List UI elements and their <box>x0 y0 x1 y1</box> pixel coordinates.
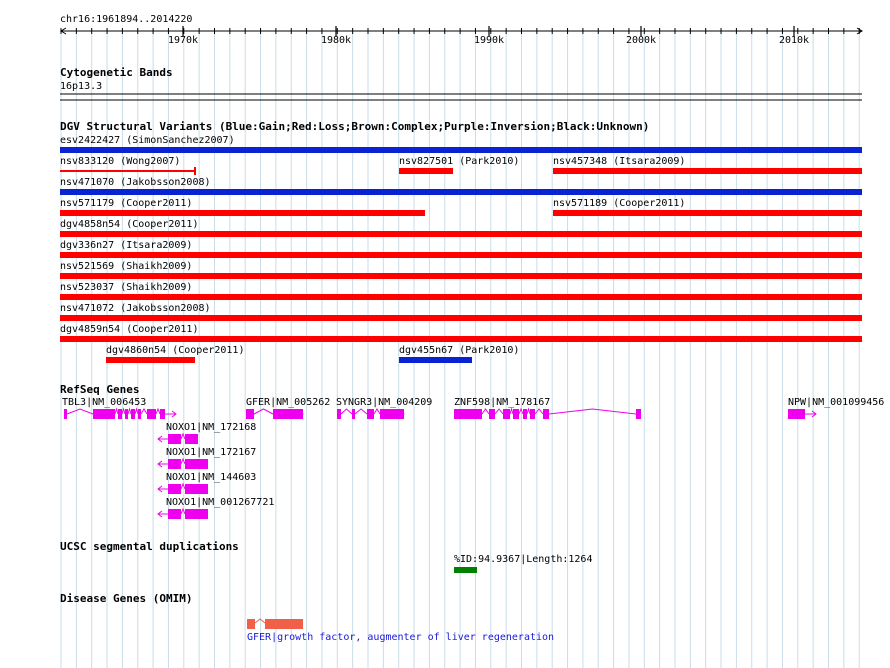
dgv-feature-bar[interactable] <box>553 210 862 216</box>
dgv-feature-bar[interactable] <box>60 189 862 195</box>
dgv-feature-bar[interactable] <box>60 252 862 258</box>
segdup-feature[interactable] <box>454 567 477 573</box>
dgv-feature-label: esv2422427 (SimonSanchez2007) <box>60 135 235 146</box>
dgv-feature-bar[interactable] <box>60 210 425 216</box>
dgv-feature-bar[interactable] <box>399 168 453 174</box>
refseq-gene-model[interactable] <box>0 429 890 449</box>
dgv-feature-bar[interactable] <box>60 147 862 153</box>
dgv-feature-bar[interactable] <box>60 273 862 279</box>
dgv-feature-label: dgv4859n54 (Cooper2011) <box>60 324 199 335</box>
dgv-feature-bar[interactable] <box>60 315 862 321</box>
ruler-tick-label: 2010k <box>778 35 810 46</box>
dgv-feature-label: nsv523037 (Shaikh2009) <box>60 282 193 293</box>
dgv-feature-bar[interactable] <box>553 168 862 174</box>
dgv-feature-bar[interactable] <box>106 357 195 363</box>
dgv-feature-label: dgv336n27 (Itsara2009) <box>60 240 193 251</box>
dgv-feature-label: nsv571189 (Cooper2011) <box>553 198 686 209</box>
dgv-feature-label: nsv571179 (Cooper2011) <box>60 198 193 209</box>
dgv-feature-bar[interactable] <box>399 357 472 363</box>
cytoband-track-title[interactable]: Cytogenetic Bands <box>60 67 173 79</box>
dgv-feature-bar[interactable] <box>60 170 195 172</box>
dgv-feature-label: nsv471072 (Jakobsson2008) <box>60 303 211 314</box>
dgv-feature-end-mark <box>194 167 196 175</box>
ruler-tick-label: 1990k <box>473 35 505 46</box>
refseq-gene-model[interactable] <box>0 454 890 474</box>
omim-gene-glyph[interactable] <box>240 612 320 632</box>
cytoband-label: 16p13.3 <box>60 81 103 92</box>
dgv-feature-label: nsv827501 (Park2010) <box>399 156 520 167</box>
refseq-gene-model[interactable] <box>0 479 890 499</box>
segdup-feature-label: %ID:94.9367|Length:1264 <box>454 554 593 565</box>
refseq-gene-model[interactable] <box>0 404 890 424</box>
ruler-tick-label: 1970k <box>167 35 199 46</box>
dgv-feature-label: dgv455n67 (Park2010) <box>399 345 520 356</box>
dgv-feature-label: nsv833120 (Wong2007) <box>60 156 181 167</box>
dgv-feature-label: nsv521569 (Shaikh2009) <box>60 261 193 272</box>
region-label: chr16:1961894..2014220 <box>60 14 193 25</box>
dgv-feature-bar[interactable] <box>60 294 862 300</box>
omim-gene-label: GFER|growth factor, augmenter of liver r… <box>247 632 555 643</box>
dgv-feature-label: nsv457348 (Itsara2009) <box>553 156 686 167</box>
refseq-gene-model[interactable] <box>0 504 890 524</box>
dgv-feature-label: dgv4860n54 (Cooper2011) <box>106 345 245 356</box>
ruler-tick-label: 1980k <box>320 35 352 46</box>
dgv-track-title[interactable]: DGV Structural Variants (Blue:Gain;Red:L… <box>60 121 649 133</box>
ruler-tick-label: 2000k <box>625 35 657 46</box>
dgv-feature-bar[interactable] <box>60 336 862 342</box>
refseq-track-title[interactable]: RefSeq Genes <box>60 384 139 396</box>
dgv-feature-bar[interactable] <box>60 231 862 237</box>
dgv-feature-label: dgv4858n54 (Cooper2011) <box>60 219 199 230</box>
segdup-track-title[interactable]: UCSC segmental duplications <box>60 541 239 553</box>
dgv-feature-label: nsv471070 (Jakobsson2008) <box>60 177 211 188</box>
omim-track-title[interactable]: Disease Genes (OMIM) <box>60 593 192 605</box>
genome-browser-view: chr16:1961894..2014220 1970k 1980k 1990k 20… <box>0 0 890 668</box>
